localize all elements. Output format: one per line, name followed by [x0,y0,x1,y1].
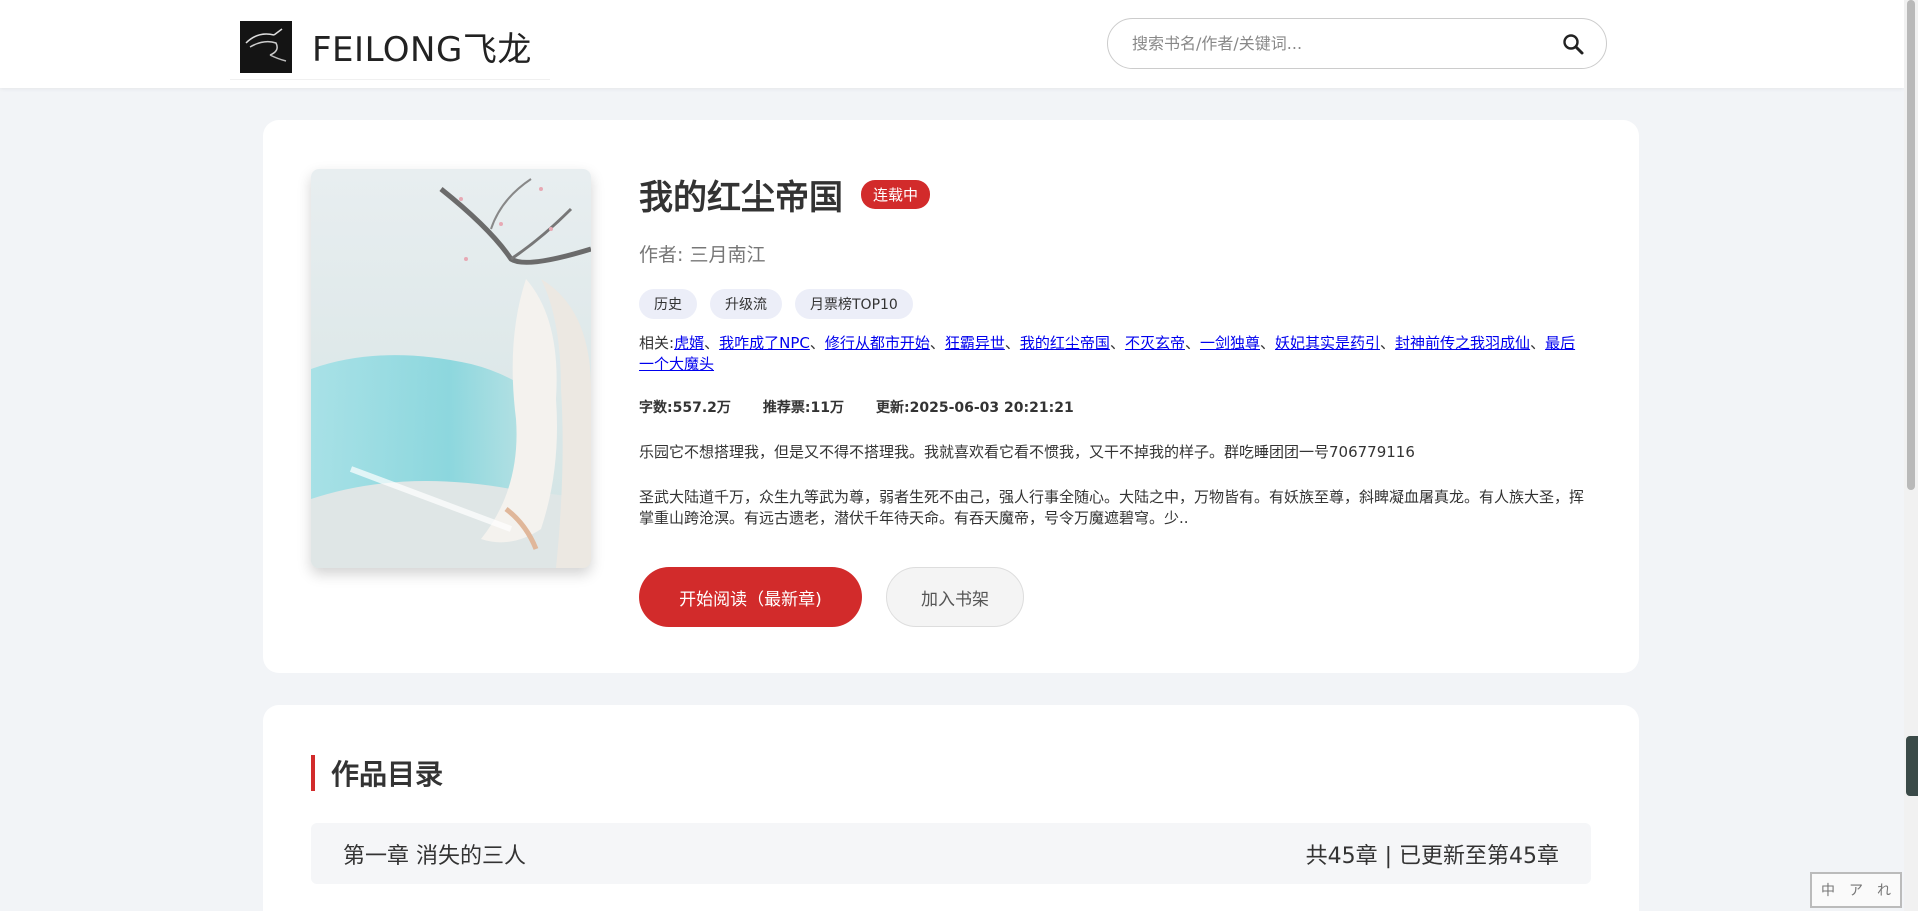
author-label: 作者: [639,244,684,266]
ime-char: ア [1849,883,1863,899]
toc-summary-row[interactable]: 第一章 消失的三人 共45章 | 已更新至第45章 [311,823,1591,884]
scrollbar-thumb[interactable] [1907,0,1915,490]
site-header: FEILONG飞龙 [0,0,1904,88]
book-description: 乐园它不想搭理我，但是又不得不搭理我。我就喜欢看它看不惯我，又干不掉我的样子。群… [639,442,1589,529]
vote-count-value: 11万 [810,400,844,416]
related-link[interactable]: 我的红尘帝国 [1020,334,1110,352]
related-link[interactable]: 不灭玄帝 [1125,334,1185,352]
side-toolbar-tab[interactable] [1906,736,1918,796]
vote-count-label: 推荐票: [762,400,811,416]
related-link[interactable]: 一剑独尊 [1200,334,1260,352]
ime-indicator[interactable]: 中 ア れ [1810,872,1902,908]
ime-char: 中 [1821,883,1835,899]
start-reading-button[interactable]: 开始阅读（最新章) [639,567,862,627]
description-paragraph: 乐园它不想搭理我，但是又不得不搭理我。我就喜欢看它看不惯我，又干不掉我的样子。群… [639,443,1415,461]
word-count-value: 557.2万 [672,400,731,416]
related-link[interactable]: 封神前传之我羽成仙 [1395,334,1530,352]
logo-image [240,20,292,73]
vote-count: 推荐票:11万 [763,397,844,417]
update-time-value: 2025-06-03 20:21:21 [909,400,1074,416]
search-box [1107,18,1607,69]
add-to-shelf-button[interactable]: 加入书架 [886,567,1024,627]
related-link[interactable]: 我咋成了NPC [719,334,810,352]
related-link[interactable]: 妖妃其实是药引 [1275,334,1380,352]
book-info: 我的红尘帝国 连载中 作者: 三月南江 历史 升级流 月票榜TOP10 相关:虎… [639,170,1589,627]
book-actions: 开始阅读（最新章) 加入书架 [639,567,1589,627]
update-time: 更新:2025-06-03 20:21:21 [876,397,1074,417]
search-input[interactable] [1132,34,1558,53]
book-title: 我的红尘帝国 [639,177,843,218]
description-paragraph: 圣武大陆道千万，众生九等武为尊，弱者生死不由己，强人行事全随心。大陆之中，万物皆… [639,488,1585,527]
ime-char: れ [1877,883,1891,899]
status-badge: 连载中 [861,179,931,209]
site-logo[interactable]: FEILONG飞龙 [230,14,550,80]
toc-title: 作品目录 [331,758,444,791]
author-name[interactable]: 三月南江 [689,244,765,266]
tag[interactable]: 升级流 [710,289,782,319]
update-time-label: 更新: [876,400,910,416]
word-count: 字数:557.2万 [639,397,731,417]
tag[interactable]: 月票榜TOP10 [795,289,913,319]
book-detail-card: 我的红尘帝国 连载中 作者: 三月南江 历史 升级流 月票榜TOP10 相关:虎… [263,120,1639,673]
related-link[interactable]: 修行从都市开始 [825,334,930,352]
related-books: 相关:虎婿、我咋成了NPC、修行从都市开始、狂霸异世、我的红尘帝国、不灭玄帝、一… [639,334,1576,373]
author-line: 作者: 三月南江 [639,240,1589,267]
book-cover-image[interactable] [311,169,591,568]
tag-list: 历史 升级流 月票榜TOP10 [639,289,1589,319]
table-of-contents-card: 作品目录 第一章 消失的三人 共45章 | 已更新至第45章 [263,705,1639,911]
chapter-count: 共45章 | 已更新至第45章 [1305,843,1559,869]
toc-header: 作品目录 [311,755,443,791]
related-link[interactable]: 狂霸异世 [945,334,1005,352]
word-count-label: 字数: [639,400,673,416]
related-label: 相关: [639,334,675,352]
first-chapter-link[interactable]: 第一章 消失的三人 [343,838,526,870]
search-icon[interactable] [1558,29,1588,59]
logo-text: FEILONG飞龙 [312,30,532,70]
book-stats: 字数:557.2万 推荐票:11万 更新:2025-06-03 20:21:21 [639,397,1589,417]
tag[interactable]: 历史 [639,289,697,319]
related-link[interactable]: 虎婿 [674,334,704,352]
